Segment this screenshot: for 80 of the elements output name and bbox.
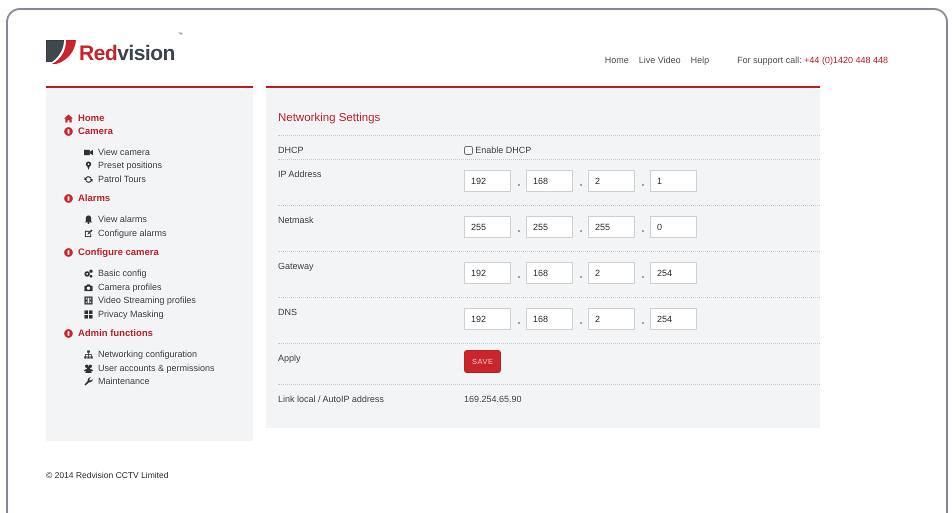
circle-icon bbox=[64, 248, 73, 257]
dot-separator bbox=[580, 276, 582, 278]
sidebar-heading[interactable]: Camera bbox=[64, 124, 253, 138]
dot-separator bbox=[642, 184, 644, 186]
octet-field[interactable]: 168 bbox=[526, 170, 573, 192]
dot-separator bbox=[518, 230, 520, 232]
sidebar-item[interactable]: Networking configuration bbox=[84, 348, 253, 362]
panel-title: Networking Settings bbox=[278, 110, 382, 126]
sidebar-heading[interactable]: Configure camera bbox=[64, 246, 253, 259]
octet-field[interactable]: 255 bbox=[464, 216, 511, 238]
nav-link[interactable]: Home bbox=[604, 54, 629, 68]
gears-icon bbox=[84, 269, 93, 278]
octet-field[interactable]: 255 bbox=[588, 216, 635, 238]
sidebar-item[interactable]: Privacy Masking bbox=[84, 308, 253, 321]
wrench-icon bbox=[84, 377, 93, 386]
field-label: Gateway bbox=[278, 260, 315, 273]
octet-field[interactable]: 2 bbox=[588, 262, 635, 284]
field-value: 169.254.65.90 bbox=[464, 392, 522, 406]
sidebar-heading[interactable]: Alarms bbox=[64, 192, 253, 205]
octet-field[interactable]: 255 bbox=[526, 216, 573, 238]
users-icon bbox=[84, 364, 93, 373]
nav-link[interactable]: Help bbox=[690, 54, 710, 68]
dot-separator bbox=[642, 322, 644, 324]
field-label: DHCP bbox=[278, 144, 305, 157]
grid-icon bbox=[84, 310, 93, 319]
sidebar-item[interactable]: Basic config bbox=[84, 267, 253, 280]
octet-field[interactable]: 168 bbox=[526, 262, 573, 284]
sidebar-item[interactable]: Maintenance bbox=[84, 375, 253, 388]
edit-icon bbox=[84, 228, 93, 238]
octet-field[interactable]: 2 bbox=[588, 308, 635, 330]
octet-field[interactable]: 1 bbox=[650, 170, 697, 192]
dot-separator bbox=[518, 322, 520, 324]
sidebar-item[interactable]: View alarms bbox=[84, 213, 253, 226]
dot-separator bbox=[580, 230, 582, 232]
refresh-icon bbox=[84, 174, 93, 184]
sidebar-heading[interactable]: Home bbox=[64, 112, 253, 124]
dot-separator bbox=[518, 276, 520, 278]
octet-field[interactable]: 2 bbox=[588, 170, 635, 192]
sidebar-item[interactable]: View camera bbox=[84, 146, 253, 159]
footer-text: © 2014 Redvision CCTV Limited bbox=[46, 468, 170, 482]
sidebar-item[interactable]: Preset positions bbox=[84, 159, 253, 172]
support-text: For support call: +44 (0)1420 448 448 bbox=[737, 54, 888, 67]
checkbox[interactable] bbox=[464, 146, 473, 155]
video-camera-icon bbox=[84, 148, 93, 157]
octet-field[interactable]: 192 bbox=[464, 308, 511, 330]
sidebar-item[interactable]: Patrol Tours bbox=[84, 172, 253, 186]
house-icon bbox=[64, 114, 73, 122]
octet-field[interactable]: 192 bbox=[464, 170, 511, 192]
dot-separator bbox=[642, 276, 644, 278]
dot-separator bbox=[518, 184, 520, 186]
dot-separator bbox=[580, 184, 582, 186]
sidebar-item[interactable]: User accounts & permissions bbox=[84, 362, 253, 375]
octet-field[interactable]: 192 bbox=[464, 262, 511, 284]
dot-separator bbox=[580, 322, 582, 324]
dot-separator bbox=[642, 230, 644, 232]
field-label: Link local / AutoIP address bbox=[278, 392, 385, 406]
field-label: DNS bbox=[278, 306, 298, 319]
circle-icon bbox=[64, 194, 73, 203]
circle-icon bbox=[64, 329, 73, 338]
logo-icon bbox=[46, 40, 76, 64]
camera-icon bbox=[84, 282, 93, 292]
sidebar-heading[interactable]: Admin functions bbox=[64, 327, 253, 340]
sitemap-icon bbox=[84, 350, 93, 360]
field-label: Apply bbox=[278, 352, 302, 365]
checkbox-label[interactable]: Enable DHCP bbox=[475, 144, 532, 158]
octet-field[interactable]: 254 bbox=[650, 308, 697, 330]
octet-field[interactable]: 254 bbox=[650, 262, 697, 284]
octet-field[interactable]: 168 bbox=[526, 308, 573, 330]
bell-icon bbox=[84, 215, 93, 224]
sidebar-item[interactable]: Video Streaming profiles bbox=[84, 294, 253, 308]
field-label: Netmask bbox=[278, 214, 315, 227]
octet-field[interactable]: 0 bbox=[650, 216, 697, 238]
sidebar-item[interactable]: Camera profiles bbox=[84, 280, 253, 294]
map-pin-icon bbox=[84, 161, 93, 170]
logo-text: Redvision bbox=[79, 43, 175, 64]
circle-icon bbox=[64, 126, 73, 136]
field-label: IP Address bbox=[278, 168, 322, 181]
sidebar-item[interactable]: Configure alarms bbox=[84, 226, 253, 240]
nav-link[interactable]: Live Video bbox=[638, 54, 681, 68]
film-icon bbox=[84, 296, 93, 306]
